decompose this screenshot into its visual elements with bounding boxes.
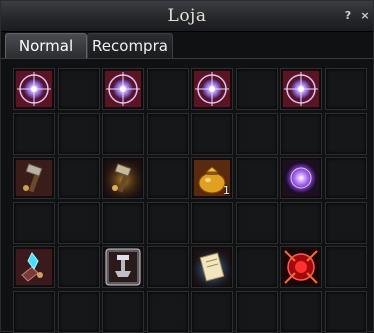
item-slot[interactable] <box>57 157 100 199</box>
item-slot[interactable] <box>13 201 55 244</box>
help-button[interactable]: ? <box>341 9 355 23</box>
item-quantity: 1 <box>223 184 230 197</box>
item-slot[interactable] <box>13 68 55 110</box>
window-title: Loja <box>167 6 207 26</box>
item-slot[interactable] <box>280 201 322 244</box>
item-slot[interactable] <box>13 157 55 199</box>
item-slot[interactable]: 1 <box>191 157 233 199</box>
item-slot[interactable] <box>146 201 189 244</box>
item-slot[interactable] <box>280 290 322 333</box>
item-slot[interactable] <box>102 246 144 288</box>
item-slot[interactable] <box>324 112 367 155</box>
item-slot[interactable] <box>191 68 233 110</box>
item-slot[interactable] <box>102 157 144 199</box>
item-slot[interactable] <box>57 246 100 288</box>
item-slot[interactable] <box>280 246 322 288</box>
item-slot[interactable] <box>13 112 55 155</box>
shop-window: Loja ? × Normal Recompra 1 <box>0 0 374 333</box>
item-slot[interactable] <box>102 68 144 110</box>
item-slot[interactable] <box>13 290 55 333</box>
title-bar[interactable]: Loja ? × <box>1 1 373 32</box>
item-grid: 1 <box>13 68 367 333</box>
item-slot[interactable] <box>324 68 367 110</box>
item-slot[interactable] <box>102 290 144 333</box>
item-slot[interactable] <box>57 290 100 333</box>
item-slot[interactable] <box>235 290 278 333</box>
item-slot[interactable] <box>146 290 189 333</box>
item-slot[interactable] <box>235 246 278 288</box>
item-slot[interactable] <box>57 112 100 155</box>
item-slot[interactable] <box>146 157 189 199</box>
item-slot[interactable] <box>235 68 278 110</box>
item-slot[interactable] <box>102 201 144 244</box>
item-slot[interactable] <box>280 157 322 199</box>
item-slot[interactable] <box>146 112 189 155</box>
item-slot[interactable] <box>324 157 367 199</box>
item-slot[interactable] <box>191 290 233 333</box>
item-slot[interactable] <box>191 201 233 244</box>
item-slot[interactable] <box>102 112 144 155</box>
item-slot[interactable] <box>324 246 367 288</box>
item-slot[interactable] <box>235 112 278 155</box>
item-slot[interactable] <box>235 201 278 244</box>
item-slot[interactable] <box>280 112 322 155</box>
item-slot[interactable] <box>57 201 100 244</box>
item-slot[interactable] <box>191 246 233 288</box>
item-slot[interactable] <box>280 68 322 110</box>
item-slot[interactable] <box>13 246 55 288</box>
item-slot[interactable] <box>324 290 367 333</box>
item-slot[interactable] <box>324 201 367 244</box>
tab-normal[interactable]: Normal <box>5 33 87 58</box>
item-slot[interactable] <box>235 157 278 199</box>
item-slot[interactable] <box>57 68 100 110</box>
item-slot[interactable] <box>191 112 233 155</box>
item-slot[interactable] <box>146 68 189 110</box>
item-slot[interactable] <box>146 246 189 288</box>
tab-rebuy[interactable]: Recompra <box>87 33 173 58</box>
tab-divider <box>1 58 373 59</box>
close-button[interactable]: × <box>358 9 372 23</box>
